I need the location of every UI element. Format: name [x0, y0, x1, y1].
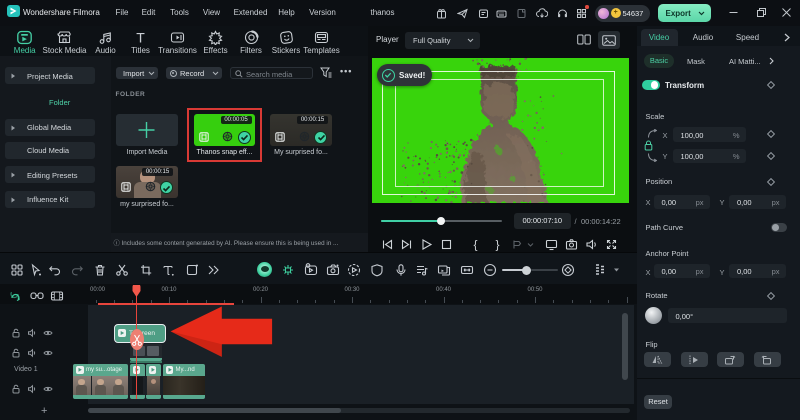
svg-text:T: T — [136, 30, 145, 45]
svg-text:{: { — [473, 238, 477, 251]
svg-text:}: } — [495, 238, 499, 251]
